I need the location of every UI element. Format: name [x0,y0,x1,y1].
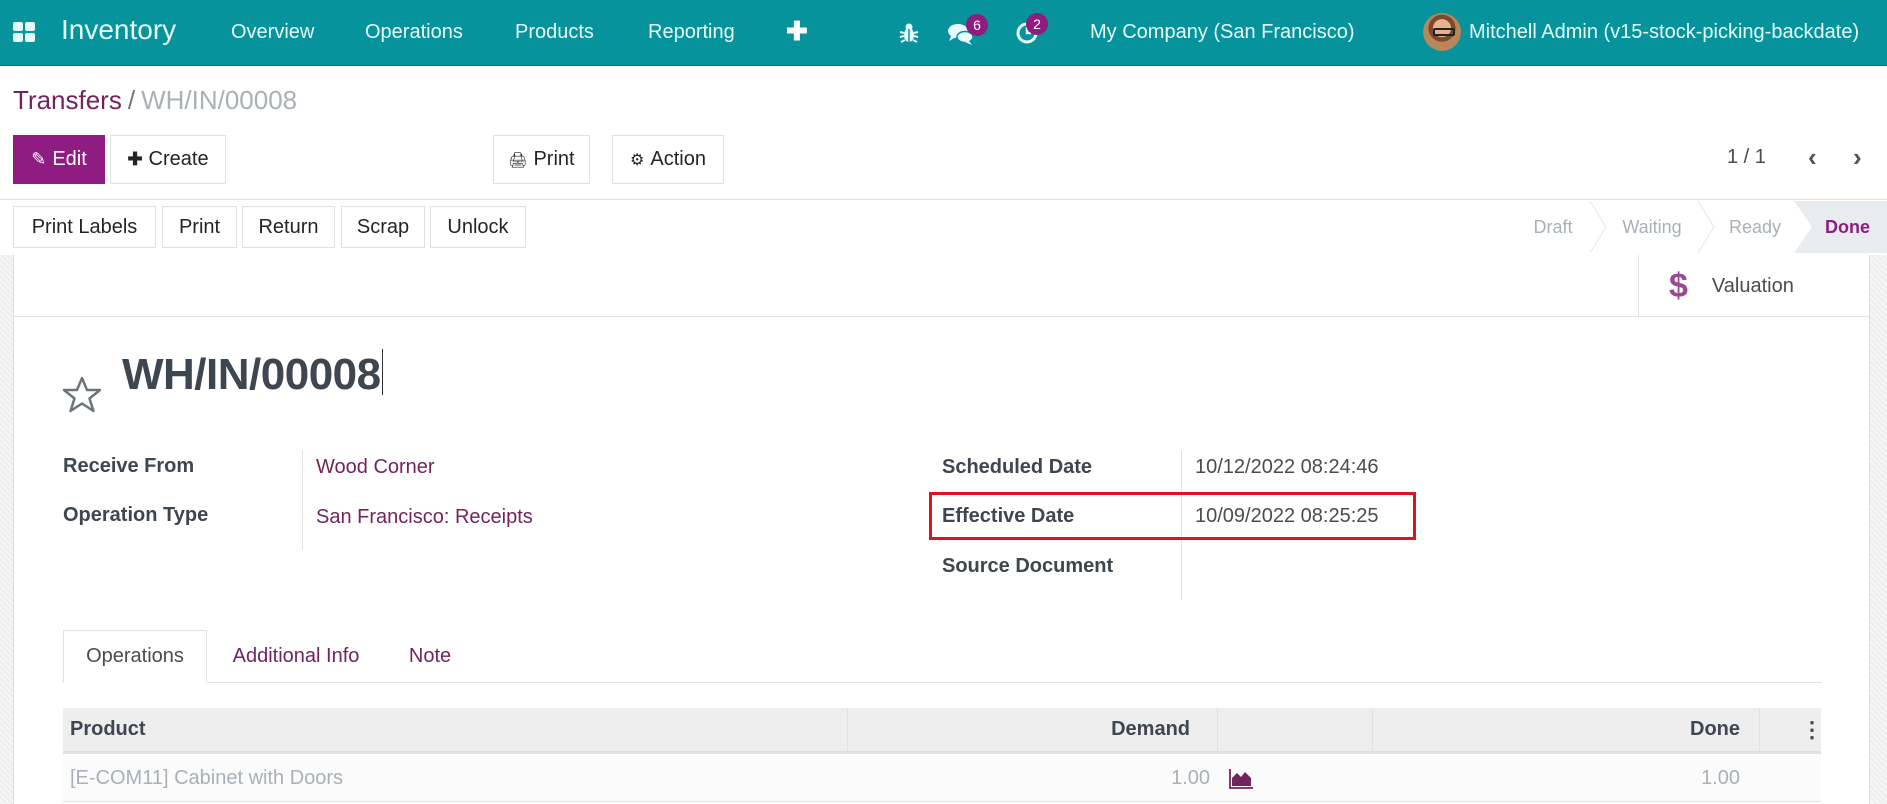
breadcrumb-current: WH/IN/00008 [141,85,298,115]
unlock-button[interactable]: Unlock [430,206,526,248]
operation-type-value[interactable]: San Francisco: Receipts [316,506,533,529]
breadcrumb-transfers[interactable]: Transfers [13,85,122,115]
app-name[interactable]: Inventory [61,14,176,46]
area-chart-icon[interactable] [1229,755,1255,801]
dollar-icon: $ [1669,266,1688,305]
scheduled-date-value[interactable]: 10/12/2022 08:24:46 [1195,456,1379,479]
source-document-label: Source Document [942,555,1114,577]
print-label: Print [533,148,575,170]
smart-button-box [14,255,1869,317]
print-labels-button[interactable]: Print Labels [13,206,156,248]
status-done: Done [1794,201,1887,253]
valuation-button[interactable]: $ Valuation [1638,255,1802,317]
tab-note[interactable]: Note [385,630,475,683]
sheet-background-left [0,255,14,804]
record-name: WH/IN/00008 [122,350,381,399]
tab-additional-info[interactable]: Additional Info [207,630,385,683]
column-separator [1759,708,1760,751]
bug-icon[interactable] [899,22,919,49]
status-separator [1589,201,1607,253]
optional-columns-icon[interactable]: ⋮ [1801,708,1823,751]
pencil-icon: ✎ [31,149,47,169]
text-cursor [381,349,384,395]
status-separator [1697,201,1715,253]
column-demand[interactable]: Demand [847,708,1190,751]
print-icon: 🖨 [508,151,528,169]
print-dropdown-button[interactable]: 🖨 Print [493,135,590,184]
return-button[interactable]: Return [242,206,335,248]
breadcrumb-separator: / [127,85,136,115]
demand-cell: 1.00 [1171,766,1210,789]
gear-icon: ⚙ [630,151,645,169]
messages-count-badge: 6 [966,14,988,36]
tab-operations[interactable]: Operations [63,630,207,683]
user-avatar[interactable] [1423,13,1461,51]
pager-value[interactable]: 1 / 1 [1727,146,1766,169]
plus-icon: ✚ [127,149,143,169]
field-separator [302,450,303,550]
user-menu[interactable]: Mitchell Admin (v15-stock-picking-backda… [1469,21,1859,44]
column-separator [1217,708,1218,751]
table-row[interactable]: [E-COM11] Cabinet with Doors 1.00 1.00 [63,755,1821,802]
receive-from-label: Receive From [63,455,195,477]
status-waiting: Waiting [1622,216,1682,237]
chevron-right-icon[interactable]: › [1853,142,1862,173]
status-ready: Ready [1728,216,1782,237]
edit-button[interactable]: ✎ Edit [13,135,105,184]
action-dropdown-button[interactable]: ⚙ Action [612,135,724,184]
sheet-background-right [1869,255,1887,804]
print-button[interactable]: Print [162,206,237,248]
column-product[interactable]: Product [70,708,146,751]
status-draft: Draft [1533,216,1573,237]
apps-menu-icon[interactable] [13,22,35,42]
breadcrumb: Transfers / WH/IN/00008 [13,85,297,116]
menu-operations[interactable]: Operations [365,21,463,44]
menu-overview[interactable]: Overview [231,21,314,44]
receive-from-value[interactable]: Wood Corner [316,456,435,479]
menu-reporting[interactable]: Reporting [648,21,735,44]
scheduled-date-label: Scheduled Date [942,456,1093,478]
top-navbar: Inventory Overview Operations Products R… [0,0,1887,66]
record-title[interactable]: WH/IN/00008 [122,349,384,400]
action-label: Action [650,148,706,170]
operation-type-label: Operation Type [63,504,209,526]
plus-icon[interactable]: ✚ [786,16,808,47]
column-done[interactable]: Done [1372,708,1740,751]
table-header: Product Demand Done ⋮ [63,708,1823,754]
valuation-label: Valuation [1711,274,1794,297]
create-label: Create [148,148,209,170]
activities-count-badge: 2 [1026,13,1048,35]
chevron-left-icon[interactable]: ‹ [1808,142,1817,173]
create-button[interactable]: ✚ Create [110,135,226,184]
edit-label: Edit [52,148,87,170]
product-cell[interactable]: [E-COM11] Cabinet with Doors [70,755,343,801]
scrap-button[interactable]: Scrap [341,206,425,248]
done-cell: 1.00 [1701,766,1740,789]
star-icon[interactable] [62,375,102,415]
menu-products[interactable]: Products [515,21,594,44]
control-panel-divider [0,199,1887,200]
company-switcher[interactable]: My Company (San Francisco) [1090,21,1355,44]
effective-date-highlight [929,492,1416,540]
